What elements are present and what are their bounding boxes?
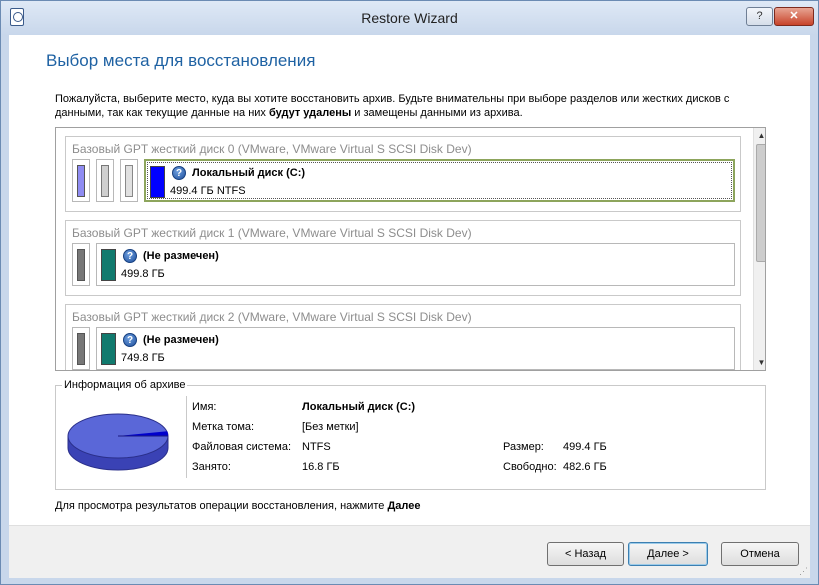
- volume-label-value: [Без метки]: [302, 421, 359, 433]
- name-label: Имя:: [192, 401, 217, 413]
- fs-value: NTFS: [302, 441, 331, 453]
- disk-header-0: Базовый GPT жесткий диск 0 (VMware, VMwa…: [72, 142, 472, 156]
- free-label: Свободно:: [503, 461, 557, 473]
- used-value: 16.8 ГБ: [302, 461, 340, 473]
- size-label: Размер:: [503, 441, 544, 453]
- help-icon: ?: [123, 249, 137, 263]
- used-label: Занято:: [192, 461, 231, 473]
- disk0-partition-efi[interactable]: [72, 159, 90, 202]
- disk1-unallocated[interactable]: ? (Не размечен) 499.8 ГБ: [96, 243, 735, 286]
- archive-info-group: Информация об архиве Имя: Локальный диск…: [55, 379, 766, 490]
- volume-size: 749.8 ГБ: [121, 352, 165, 364]
- unallocated-bar: [101, 249, 116, 281]
- instruction-text: Пожалуйста, выберите место, куда вы хоти…: [55, 92, 775, 120]
- disk2-partition-small[interactable]: [72, 327, 90, 370]
- scroll-thumb[interactable]: [756, 144, 765, 262]
- title-bar: Restore Wizard ? ✕: [1, 1, 818, 35]
- volume-size: 499.8 ГБ: [121, 268, 165, 280]
- volume-name: (Не размечен): [143, 250, 219, 262]
- fs-label: Файловая система:: [192, 441, 292, 453]
- help-icon: ?: [123, 333, 137, 347]
- disk0-partition-recovery[interactable]: [120, 159, 138, 202]
- resize-grip-icon[interactable]: ⋰: [799, 566, 809, 576]
- disk1-partition-small[interactable]: [72, 243, 90, 286]
- disk-header-1: Базовый GPT жесткий диск 1 (VMware, VMwa…: [72, 226, 472, 240]
- disk-list-scrollbar[interactable]: ▲ ▼: [753, 128, 765, 370]
- instruction-bold: будут удалены: [268, 107, 352, 119]
- footer-hint-bold: Далее: [387, 500, 421, 512]
- disk0-volume-c[interactable]: ? Локальный диск (C:) 499.4 ГБ NTFS: [144, 159, 735, 202]
- name-value: Локальный диск (C:): [302, 401, 416, 413]
- close-button[interactable]: ✕: [774, 7, 814, 26]
- disk-group-1: Базовый GPT жесткий диск 1 (VMware, VMwa…: [65, 220, 741, 296]
- back-button[interactable]: < Назад: [547, 542, 624, 566]
- footer-hint-text: Для просмотра результатов операции восст…: [55, 500, 388, 512]
- scroll-down-arrow-icon[interactable]: ▼: [754, 355, 765, 370]
- info-divider: [186, 396, 187, 478]
- page-title: Выбор места для восстановления: [46, 51, 316, 70]
- help-button[interactable]: ?: [746, 7, 773, 26]
- disk-group-2: Базовый GPT жесткий диск 2 (VMware, VMwa…: [65, 304, 741, 370]
- unallocated-bar: [101, 333, 116, 365]
- ntfs-volume-bar: [150, 166, 165, 198]
- wizard-client-area: Выбор места для восстановления Пожалуйст…: [9, 35, 810, 578]
- size-value: 499.4 ГБ: [563, 441, 607, 453]
- scroll-up-arrow-icon[interactable]: ▲: [754, 128, 765, 143]
- disk-list[interactable]: Базовый GPT жесткий диск 0 (VMware, VMwa…: [55, 127, 766, 371]
- disk-group-0: Базовый GPT жесткий диск 0 (VMware, VMwa…: [65, 136, 741, 212]
- footer-hint: Для просмотра результатов операции восст…: [55, 500, 420, 512]
- archive-info-legend: Информация об архиве: [62, 379, 188, 391]
- free-value: 482.6 ГБ: [563, 461, 607, 473]
- volume-label-label: Метка тома:: [192, 421, 255, 433]
- volume-name: (Не размечен): [143, 334, 219, 346]
- next-button[interactable]: Далее >: [628, 542, 708, 566]
- disk0-partition-msr[interactable]: [96, 159, 114, 202]
- volume-size: 499.4 ГБ NTFS: [170, 185, 246, 197]
- restore-wizard-window: Restore Wizard ? ✕ Выбор места для восст…: [0, 0, 819, 585]
- help-icon: ?: [172, 166, 186, 180]
- window-title: Restore Wizard: [361, 10, 458, 26]
- disk-header-2: Базовый GPT жесткий диск 2 (VMware, VMwa…: [72, 310, 472, 324]
- volume-name: Локальный диск (C:): [192, 167, 306, 179]
- disk-usage-pie-icon: [66, 406, 170, 474]
- cancel-button[interactable]: Отмена: [721, 542, 799, 566]
- instruction-part2: и замещены данными из архива.: [351, 107, 523, 119]
- disk2-unallocated[interactable]: ? (Не размечен) 749.8 ГБ: [96, 327, 735, 370]
